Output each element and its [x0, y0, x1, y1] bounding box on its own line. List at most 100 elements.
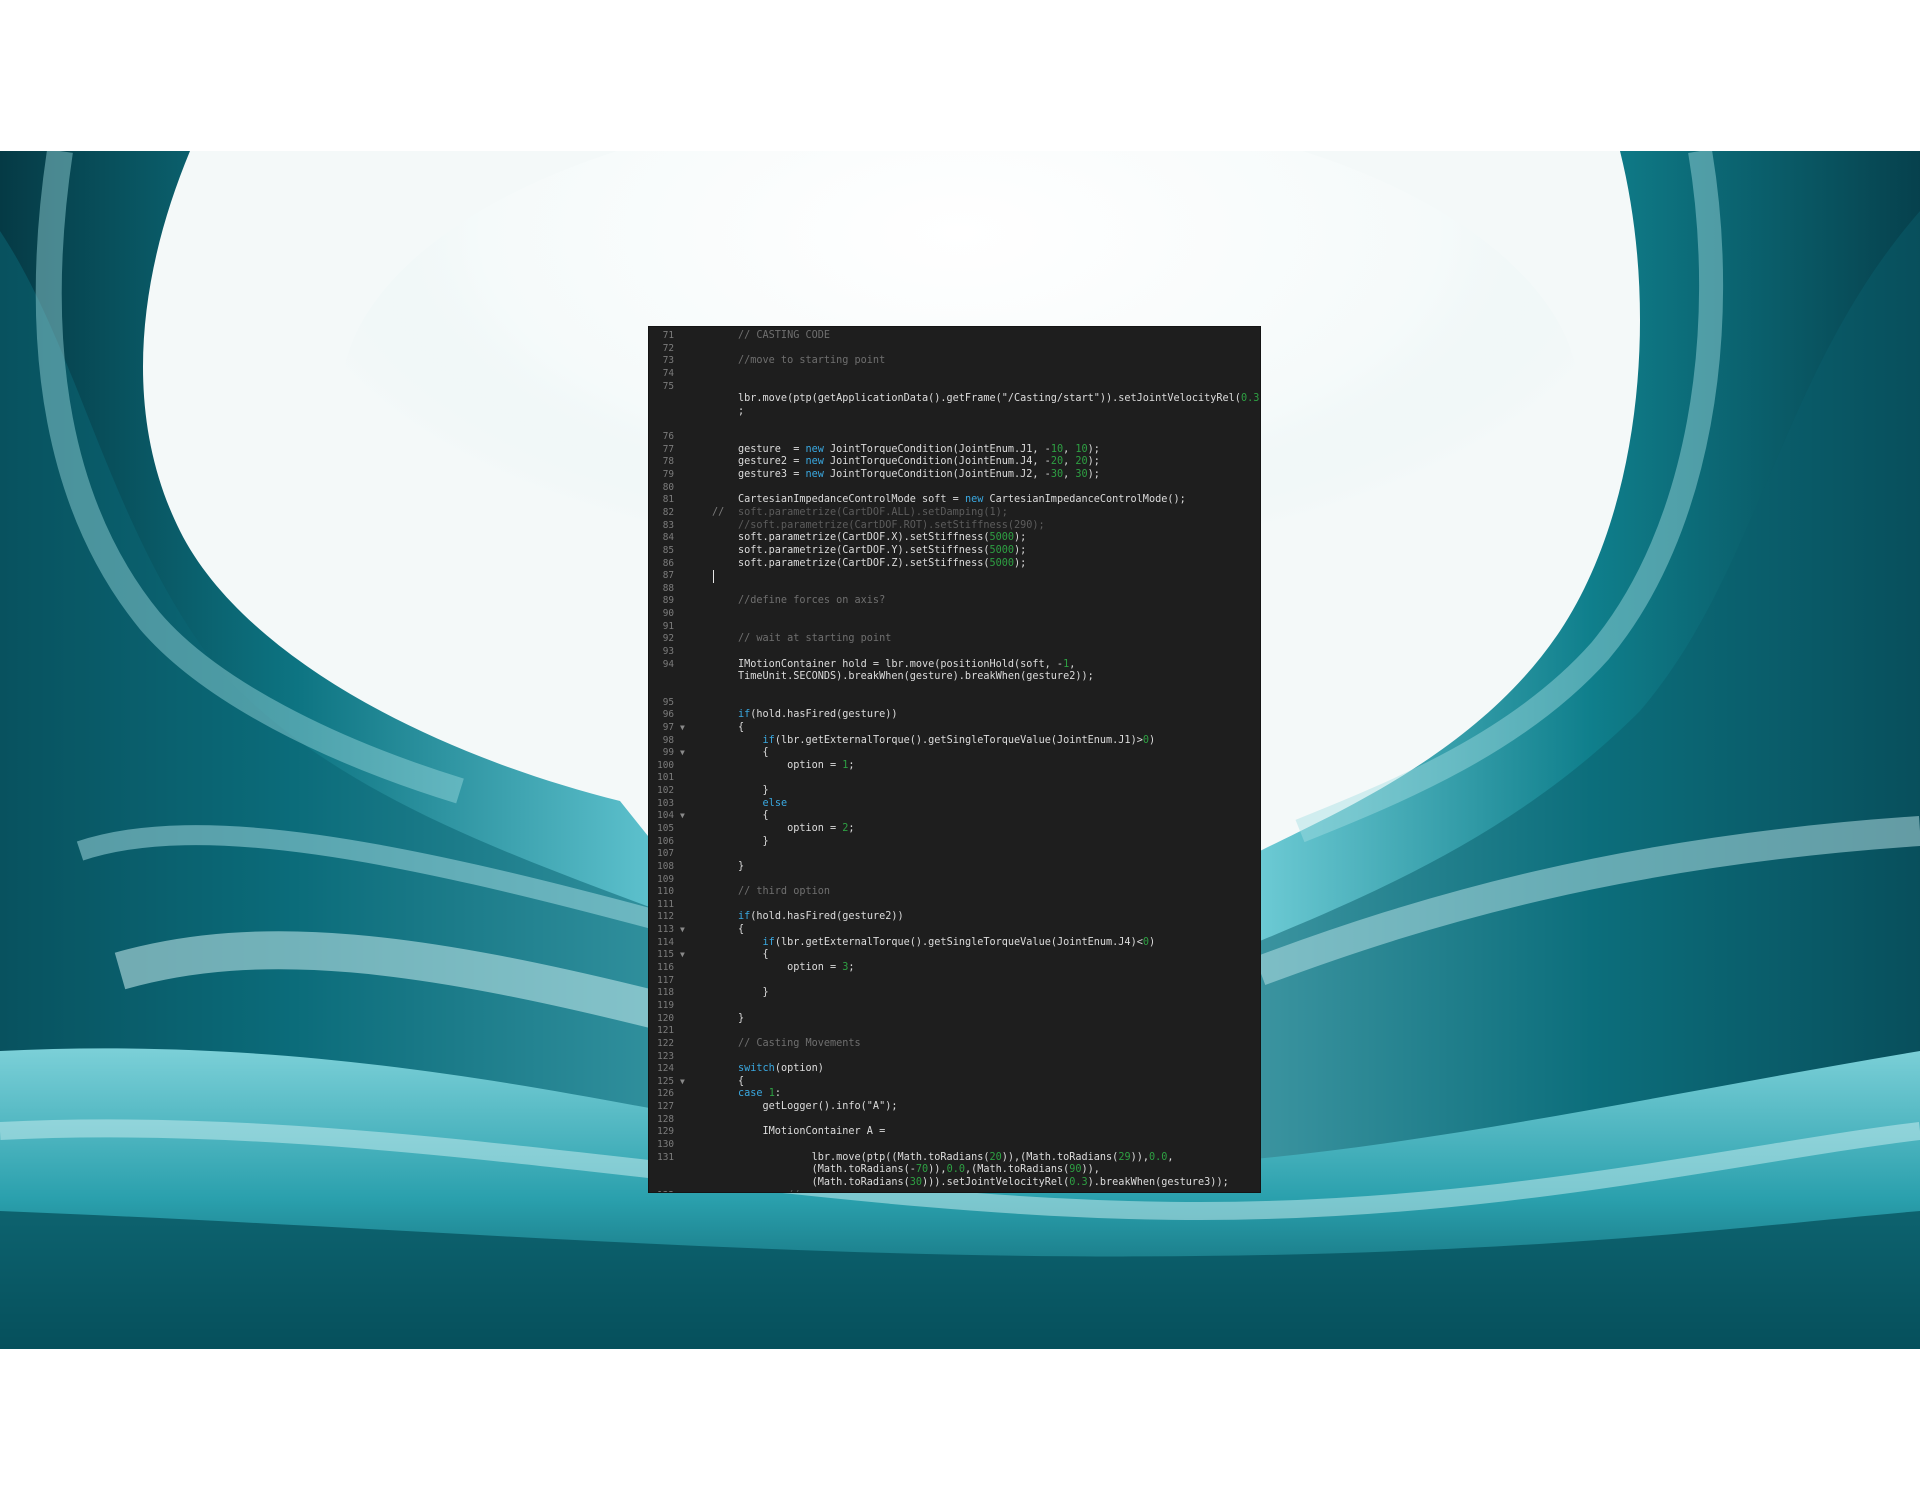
code-line[interactable]: 99 ▼ { [649, 747, 1260, 760]
code-line[interactable] [649, 684, 1260, 697]
line-number: 89 [662, 595, 674, 607]
code-line[interactable]: 83 //soft.parametrize(CartDOF.ROT).setSti… [649, 520, 1260, 533]
code-token: ); [1014, 532, 1027, 544]
code-line[interactable]: 120} [649, 1013, 1260, 1026]
code-token: 70 [915, 1164, 929, 1176]
code-line[interactable]: 79 gesture3 = new JointTorqueCondition(Jo… [649, 469, 1260, 482]
code-line[interactable]: 97 ▼ { [649, 722, 1260, 735]
code-line[interactable] [649, 418, 1260, 431]
fold-arrow-icon[interactable]: ▼ [680, 949, 685, 962]
code-line[interactable]: 128 [649, 1114, 1260, 1127]
code-line[interactable]: 86 soft.parametrize(CartDOF.Z).setStiffne… [649, 558, 1260, 571]
code-token: ; [738, 405, 745, 417]
code-line[interactable]: 117 [649, 975, 1260, 988]
code-line[interactable]: 71 // CASTING CODE [649, 330, 1260, 343]
code-line[interactable]: 106 } [649, 836, 1260, 849]
code-token: option = [738, 822, 843, 834]
code-line[interactable]: lbr.move(ptp(getApplicationData().getFra… [649, 393, 1260, 406]
code-line[interactable]: 116 option = 3; [649, 962, 1260, 975]
code-line[interactable]: 96 if(hold.hasFired(gesture)) [649, 709, 1260, 722]
code-token: 30 [909, 1176, 923, 1188]
line-number: 108 [657, 860, 674, 872]
line-number: 128 [657, 1113, 674, 1125]
code-line[interactable]: 122 // Casting Movements [649, 1038, 1260, 1051]
code-line[interactable]: 111 [649, 899, 1260, 912]
code-line[interactable]: 82 // soft.parametrize(CartDOF.ALL).setDam… [649, 507, 1260, 520]
code-line[interactable]: ; [649, 406, 1260, 419]
code-line[interactable]: 130 [649, 1139, 1260, 1152]
code-line[interactable]: 73 //move to starting point [649, 355, 1260, 368]
line-number: 116 [657, 962, 674, 974]
code-line[interactable]: 93 [649, 646, 1260, 659]
code-line[interactable]: 121 [649, 1025, 1260, 1038]
code-line[interactable]: 127 getLogger().info("A"); [649, 1101, 1260, 1114]
code-line[interactable]: 100 option = 1; [649, 760, 1260, 773]
fold-arrow-icon[interactable]: ▼ [680, 1076, 685, 1089]
code-line[interactable]: TimeUnit.SECONDS).breakWhen(gesture).bre… [649, 671, 1260, 684]
code-editor-panel[interactable]: 71 // CASTING CODE 72 73 //move to starting … [649, 327, 1260, 1192]
code-line[interactable]: 72 [649, 343, 1260, 356]
code-line[interactable]: 129 IMotionContainer A = [649, 1126, 1260, 1139]
code-line[interactable]: 108} [649, 861, 1260, 874]
code-line[interactable]: 125 ▼ { [649, 1076, 1260, 1089]
code-line[interactable]: 85 soft.parametrize(CartDOF.Y).setStiffne… [649, 545, 1260, 558]
code-line[interactable]: 123 [649, 1051, 1260, 1064]
code-line[interactable]: 88 [649, 583, 1260, 596]
code-line[interactable]: 92 // wait at starting point [649, 633, 1260, 646]
code-line[interactable]: 104 ▼ { [649, 810, 1260, 823]
code-line[interactable]: 80 [649, 482, 1260, 495]
code-token: gesture3 = [738, 469, 806, 481]
fold-arrow-icon[interactable]: ▼ [680, 747, 685, 760]
code-line[interactable]: 114 if(lbr.getExternalTorque().getSingle… [649, 937, 1260, 950]
line-number: 115 [657, 949, 674, 961]
code-line[interactable]: 90 [649, 608, 1260, 621]
code-line[interactable]: 113 ▼ { [649, 924, 1260, 937]
code-token: gesture = [738, 443, 806, 455]
code-line[interactable]: 81 CartesianImpedanceControlMode soft = n… [649, 494, 1260, 507]
code-line[interactable]: 98 if(lbr.getExternalTorque().getSingleT… [649, 735, 1260, 748]
code-text: getLogger().info("A"); [738, 1101, 898, 1114]
code-line[interactable]: 105 option = 2; [649, 823, 1260, 836]
code-line[interactable]: 110 // third option [649, 886, 1260, 899]
code-line[interactable]: 132 // [649, 1190, 1260, 1192]
code-line[interactable]: 77 gesture = new JointTorqueCondition(Joi… [649, 444, 1260, 457]
code-token: lbr.move(ptp(getApplicationData().getFra… [738, 393, 1241, 405]
code-line[interactable]: 131 lbr.move(ptp((Math.toRadians(20)),(M… [649, 1152, 1260, 1165]
code-line[interactable]: 78 gesture2 = new JointTorqueCondition(Jo… [649, 456, 1260, 469]
code-line[interactable]: 124 switch(option) [649, 1063, 1260, 1076]
code-line[interactable]: 119 [649, 1000, 1260, 1013]
code-line[interactable]: 87 [649, 570, 1260, 583]
fold-arrow-icon[interactable]: ▼ [680, 924, 685, 937]
code-line[interactable]: (Math.toRadians(-70)),0.0,(Math.toRadian… [649, 1164, 1260, 1177]
code-line[interactable]: 74 [649, 368, 1260, 381]
line-number: 75 [662, 380, 674, 392]
code-line[interactable]: 112 if(hold.hasFired(gesture2)) [649, 911, 1260, 924]
code-line[interactable]: 115 ▼ { [649, 949, 1260, 962]
fold-arrow-icon[interactable]: ▼ [680, 722, 685, 735]
line-number: 132 [649, 1190, 674, 1192]
code-line[interactable]: 95 [649, 697, 1260, 710]
code-line[interactable]: 89 //define forces on axis? [649, 595, 1260, 608]
code-line[interactable]: 103 else [649, 798, 1260, 811]
code-line[interactable]: 109 [649, 874, 1260, 887]
code-token: } [738, 860, 745, 872]
code-line[interactable]: 76 [649, 431, 1260, 444]
code-text: CartesianImpedanceControlMode soft = new… [738, 494, 1186, 507]
code-token: CartesianImpedanceControlMode soft = [738, 494, 965, 506]
code-line[interactable]: 75 [649, 381, 1260, 394]
code-line[interactable]: 107 [649, 848, 1260, 861]
code-line[interactable]: 101 [649, 772, 1260, 785]
line-number: 74 [662, 367, 674, 379]
code-line[interactable]: 102 } [649, 785, 1260, 798]
fold-arrow-icon[interactable]: ▼ [680, 810, 685, 823]
line-number: 104 [657, 810, 674, 822]
code-token: new [805, 443, 824, 455]
code-line[interactable]: 94 IMotionContainer hold = lbr.move(posit… [649, 659, 1260, 672]
code-line[interactable]: 118 } [649, 987, 1260, 1000]
code-line[interactable]: 84 soft.parametrize(CartDOF.X).setStiffne… [649, 532, 1260, 545]
line-number: 120 [657, 1012, 674, 1024]
code-line[interactable]: 126 case 1: [649, 1088, 1260, 1101]
code-token: getLogger().info("A"); [738, 1101, 898, 1113]
code-line[interactable]: 91 [649, 621, 1260, 634]
code-line[interactable]: (Math.toRadians(30))).setJointVelocityRe… [649, 1177, 1260, 1190]
